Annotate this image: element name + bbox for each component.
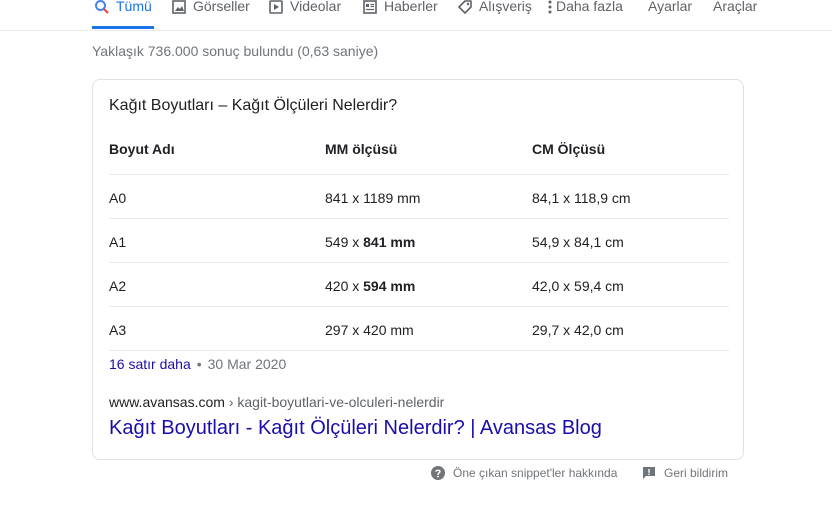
tag-icon xyxy=(458,0,472,14)
result-stats: Yaklaşık 736.000 sonuç bulundu (0,63 san… xyxy=(92,43,379,59)
tab-all[interactable]: Tümü xyxy=(92,0,154,29)
tab-shopping-label: Alışveriş xyxy=(479,0,532,14)
cite-domain: www.avansas.com xyxy=(109,394,225,410)
result-title-link[interactable]: Kağıt Boyutları - Kağıt Ölçüleri Nelerdi… xyxy=(109,417,602,440)
tab-images[interactable]: Görseller xyxy=(171,0,250,28)
table-header-cell: CM Ölçüsü xyxy=(532,141,606,157)
table-cell: 29,7 x 42,0 cm xyxy=(532,322,624,338)
tab-more[interactable]: Daha fazla xyxy=(547,0,623,28)
table-cell-highlight: 841 mm xyxy=(363,234,416,250)
video-icon xyxy=(269,0,283,14)
tab-tools-label: Araçlar xyxy=(713,0,758,14)
about-snippets-link[interactable]: Öne çıkan snippet'ler hakkında xyxy=(431,466,617,480)
feedback-label: Geri bildirim xyxy=(664,466,729,480)
table-cell: 841 x 1189 mm xyxy=(325,190,421,206)
tab-all-label: Tümü xyxy=(116,0,152,14)
table-cell-text: 420 x xyxy=(325,278,364,294)
tab-videos[interactable]: Videolar xyxy=(268,0,341,28)
snippet-date: 30 Mar 2020 xyxy=(207,356,287,372)
feedback-link[interactable]: Geri bildirim xyxy=(642,466,728,480)
tab-more-label: Daha fazla xyxy=(556,0,623,14)
more-rows-link[interactable]: 16 satır daha xyxy=(109,356,191,372)
table-cell: 84,1 x 118,9 cm xyxy=(532,190,631,206)
more-vert-icon xyxy=(548,0,552,14)
table-cell: 297 x 420 mm xyxy=(325,322,414,338)
table-header-row: Boyut Adı MM ölçüsü CM Ölçüsü xyxy=(109,130,729,175)
table-cell: 420 x 594 mm xyxy=(325,278,415,294)
news-icon xyxy=(363,0,377,14)
tab-videos-label: Videolar xyxy=(290,0,342,14)
tab-tools[interactable]: Araçlar xyxy=(713,0,757,28)
table-cell: A1 xyxy=(109,234,127,250)
table-row: A3 297 x 420 mm 29,7 x 42,0 cm xyxy=(109,307,729,351)
feedback-icon xyxy=(643,467,655,479)
table-cell-highlight: 594 mm xyxy=(363,278,416,294)
table-cell: 549 x 841 mm xyxy=(325,234,415,250)
tab-settings-label: Ayarlar xyxy=(648,0,693,14)
image-icon xyxy=(172,0,186,14)
featured-snippet-card: Kağıt Boyutları – Kağıt Ölçüleri Nelerdi… xyxy=(92,79,744,460)
help-icon xyxy=(431,466,445,480)
tab-news-label: Haberler xyxy=(384,0,438,14)
tab-images-label: Görseller xyxy=(193,0,250,14)
snippet-title: Kağıt Boyutları – Kağıt Ölçüleri Nelerdi… xyxy=(109,97,398,114)
result-cite: www.avansas.com › kagit-boyutlari-ve-olc… xyxy=(109,394,444,410)
search-icon xyxy=(95,0,109,14)
table-row: A2 420 x 594 mm 42,0 x 59,4 cm xyxy=(109,263,729,307)
snippet-table: Boyut Adı MM ölçüsü CM Ölçüsü A0 841 x 1… xyxy=(109,130,729,351)
table-cell: A2 xyxy=(109,278,127,294)
table-cell: 42,0 x 59,4 cm xyxy=(532,278,624,294)
table-row: A0 841 x 1189 mm 84,1 x 118,9 cm xyxy=(109,175,729,219)
table-cell-text: 549 x xyxy=(325,234,364,250)
tab-shopping[interactable]: Alışveriş xyxy=(457,0,532,28)
table-header-cell: MM ölçüsü xyxy=(325,141,398,157)
table-cell: A3 xyxy=(109,322,127,338)
table-row: A1 549 x 841 mm 54,9 x 84,1 cm xyxy=(109,219,729,263)
table-header-cell: Boyut Adı xyxy=(109,141,175,157)
search-tabs: Tümü Görseller Videolar Haberler Alışver… xyxy=(0,0,832,31)
about-snippets-label: Öne çıkan snippet'ler hakkında xyxy=(453,466,618,480)
table-cell: A0 xyxy=(109,190,127,206)
table-cell: 54,9 x 84,1 cm xyxy=(532,234,624,250)
separator-dot: • xyxy=(196,356,202,372)
cite-path: › kagit-boyutlari-ve-olculeri-nelerdir xyxy=(224,394,445,410)
tab-settings[interactable]: Ayarlar xyxy=(648,0,692,28)
tab-news[interactable]: Haberler xyxy=(362,0,438,28)
more-rows-line: 16 satır daha • 30 Mar 2020 xyxy=(109,356,286,372)
